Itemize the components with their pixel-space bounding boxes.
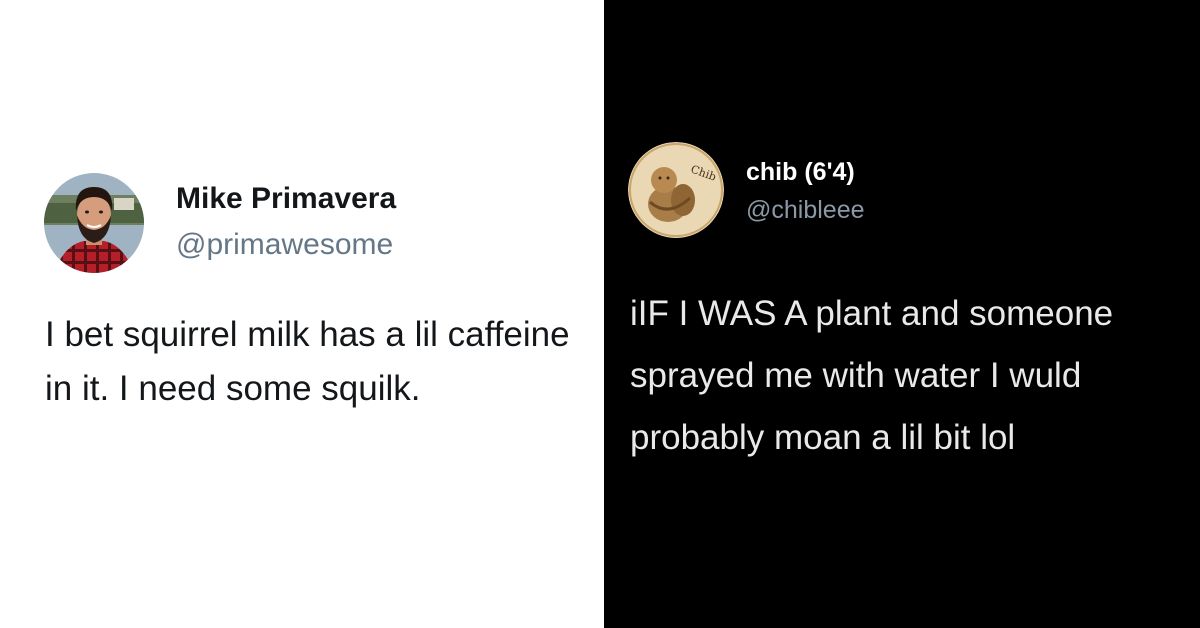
left-tweet-text: I bet squirrel milk has a lil caffeine i… (45, 315, 570, 408)
right-avatar-drawing: Chib (628, 142, 724, 238)
right-tweet-text: iIF I WAS A plant and someone sprayed me… (630, 294, 1114, 457)
right-avatar[interactable]: Chib (628, 142, 724, 238)
left-tweet-card: Mike Primavera @primawesome I bet squirr… (0, 0, 604, 628)
right-display-name[interactable]: chib (6'4) (746, 158, 855, 187)
meme-canvas: Mike Primavera @primawesome I bet squirr… (0, 0, 1200, 628)
right-handle[interactable]: @chibleee (746, 196, 865, 225)
right-tweet-card: Chib chib (6'4) @chibleee iIF I WAS A pl… (604, 0, 1200, 628)
left-avatar[interactable] (44, 173, 144, 273)
left-display-name[interactable]: Mike Primavera (176, 182, 396, 216)
left-handle[interactable]: @primawesome (176, 228, 393, 262)
left-avatar-photo (44, 173, 144, 273)
